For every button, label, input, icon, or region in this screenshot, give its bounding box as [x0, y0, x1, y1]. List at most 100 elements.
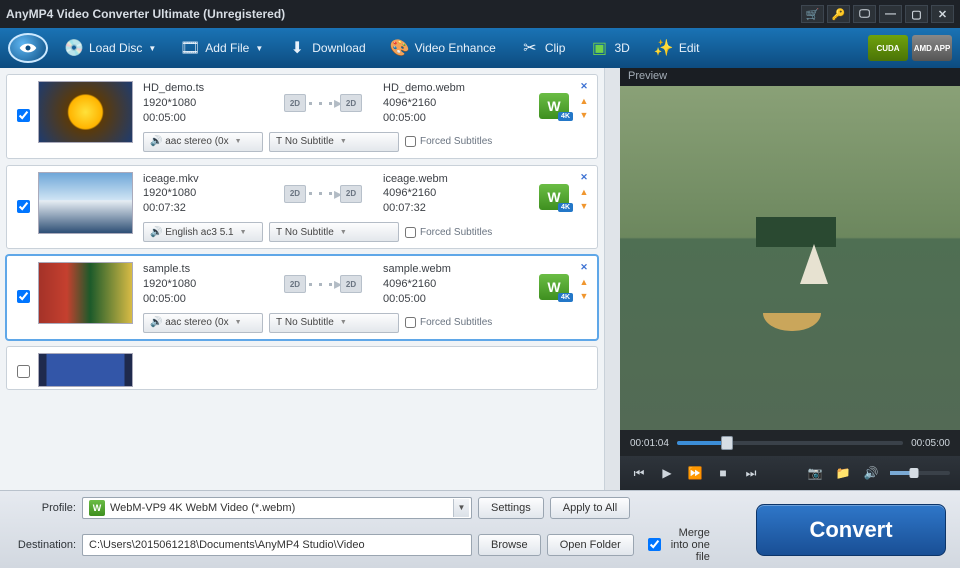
move-up-icon[interactable]: ▲ [580, 277, 589, 287]
format-badge[interactable]: W [535, 81, 573, 131]
close-button[interactable]: ✕ [931, 5, 954, 23]
preview-viewport[interactable] [620, 86, 960, 430]
remove-item-icon[interactable]: ✕ [580, 262, 588, 273]
item-checkbox[interactable] [17, 109, 30, 122]
thumbnail[interactable] [38, 262, 133, 324]
time-current: 00:01:04 [630, 438, 669, 449]
minimize-button[interactable]: — [879, 5, 902, 23]
chevron-down-icon: ▼ [235, 138, 242, 145]
conversion-arrow: 2D ▸ 2D [263, 93, 383, 113]
volume-icon[interactable]: 🔊 [862, 464, 880, 482]
edit-button[interactable]: ✨Edit [644, 34, 710, 62]
subtitle-select[interactable]: T No Subtitle▼ [269, 132, 399, 152]
conversion-arrow: 2D ▸ 2D [263, 274, 383, 294]
speaker-icon: 🔊 [150, 227, 162, 238]
source-res: 1920*1080 [143, 186, 263, 201]
fast-forward-button[interactable]: ⏩ [686, 464, 704, 482]
merge-checkbox[interactable]: Merge into one file [648, 527, 710, 563]
play-button[interactable]: ▶ [658, 464, 676, 482]
destination-input[interactable] [82, 534, 472, 556]
toolbar: 💿Load Disc▼ 🎞Add File▼ ⬇Download 🎨Video … [0, 28, 960, 68]
remove-item-icon[interactable]: ✕ [580, 172, 588, 183]
move-down-icon[interactable]: ▼ [580, 110, 589, 120]
seek-bar[interactable] [677, 441, 903, 445]
prev-button[interactable]: ⏮ [630, 464, 648, 482]
chevron-down-icon: ▼ [240, 229, 247, 236]
list-item[interactable]: iceage.mkv 1920*1080 00:07:32 2D ▸ 2D ic… [6, 165, 598, 250]
screen-icon[interactable]: 🖵 [853, 5, 876, 23]
chevron-down-icon: ▼ [340, 319, 347, 326]
audio-track-select[interactable]: 🔊 English ac3 5.1▼ [143, 222, 263, 242]
source-dur: 00:05:00 [143, 111, 263, 126]
key-icon[interactable]: 🔑 [827, 5, 850, 23]
chevron-down-icon: ▼ [340, 229, 347, 236]
forced-subtitles-checkbox[interactable]: Forced Subtitles [405, 317, 492, 328]
destination-label: Destination: [14, 539, 76, 551]
move-up-icon[interactable]: ▲ [580, 187, 589, 197]
forced-subtitles-checkbox[interactable]: Forced Subtitles [405, 136, 492, 147]
source-name: HD_demo.ts [143, 81, 263, 96]
remove-item-icon[interactable]: ✕ [580, 81, 588, 92]
subtitle-select[interactable]: T No Subtitle▼ [269, 222, 399, 242]
forced-subtitles-checkbox[interactable]: Forced Subtitles [405, 227, 492, 238]
snapshot-button[interactable]: 📷 [806, 464, 824, 482]
app-window: AnyMP4 Video Converter Ultimate (Unregis… [0, 0, 960, 568]
disc-icon: 💿 [64, 38, 84, 58]
move-down-icon[interactable]: ▼ [580, 201, 589, 211]
source-dur: 00:07:32 [143, 201, 263, 216]
dest-dur: 00:05:00 [383, 111, 503, 126]
item-checkbox[interactable] [17, 365, 30, 378]
video-enhance-button[interactable]: 🎨Video Enhance [380, 34, 506, 62]
volume-slider[interactable] [890, 471, 950, 475]
three-d-button[interactable]: ▣3D [579, 34, 639, 62]
download-button[interactable]: ⬇Download [277, 34, 375, 62]
source-res: 1920*1080 [143, 277, 263, 292]
convert-button[interactable]: Convert [756, 504, 946, 556]
subtitle-select[interactable]: T No Subtitle▼ [269, 313, 399, 333]
chevron-down-icon: ▼ [255, 44, 263, 53]
item-checkbox[interactable] [17, 200, 30, 213]
dest-name: HD_demo.webm [383, 81, 503, 96]
cart-icon[interactable]: 🛒 [801, 5, 824, 23]
format-badge[interactable]: W [535, 172, 573, 222]
audio-track-select[interactable]: 🔊 aac stereo (0x▼ [143, 132, 263, 152]
source-dur: 00:05:00 [143, 292, 263, 307]
list-item[interactable]: HD_demo.ts 1920*1080 00:05:00 2D ▸ 2D HD… [6, 74, 598, 159]
playback-controls: ⏮ ▶ ⏩ ■ ⏭ 📷 📁 🔊 [620, 456, 960, 490]
next-button[interactable]: ⏭ [742, 464, 760, 482]
chevron-down-icon: ▼ [148, 44, 156, 53]
audio-track-select[interactable]: 🔊 aac stereo (0x▼ [143, 313, 263, 333]
add-file-button[interactable]: 🎞Add File▼ [170, 34, 273, 62]
scrollbar[interactable] [604, 68, 620, 490]
cube-icon: ▣ [589, 38, 609, 58]
open-folder-button[interactable]: 📁 [834, 464, 852, 482]
clip-button[interactable]: ✂Clip [510, 34, 576, 62]
apply-to-all-button[interactable]: Apply to All [550, 497, 630, 519]
thumbnail[interactable] [38, 353, 133, 387]
seek-bar-row: 00:01:04 00:05:00 [620, 430, 960, 456]
dest-dur: 00:07:32 [383, 201, 503, 216]
text-icon: T [276, 317, 282, 328]
format-badge[interactable]: W [535, 262, 573, 312]
list-item[interactable] [6, 346, 598, 390]
item-checkbox[interactable] [17, 290, 30, 303]
stop-button[interactable]: ■ [714, 464, 732, 482]
speaker-icon: 🔊 [150, 317, 162, 328]
thumbnail[interactable] [38, 81, 133, 143]
settings-button[interactable]: Settings [478, 497, 544, 519]
maximize-button[interactable]: ▢ [905, 5, 928, 23]
profile-select[interactable]: W WebM-VP9 4K WebM Video (*.webm) ▼ [82, 497, 472, 519]
list-item[interactable]: sample.ts 1920*1080 00:05:00 2D ▸ 2D sam… [6, 255, 598, 340]
dest-res: 4096*2160 [383, 186, 503, 201]
chevron-down-icon: ▼ [340, 138, 347, 145]
conversion-arrow: 2D ▸ 2D [263, 184, 383, 204]
move-down-icon[interactable]: ▼ [580, 291, 589, 301]
text-icon: T [276, 227, 282, 238]
move-up-icon[interactable]: ▲ [580, 96, 589, 106]
thumbnail[interactable] [38, 172, 133, 234]
titlebar: AnyMP4 Video Converter Ultimate (Unregis… [0, 0, 960, 28]
load-disc-button[interactable]: 💿Load Disc▼ [54, 34, 166, 62]
text-icon: T [276, 136, 282, 147]
browse-button[interactable]: Browse [478, 534, 541, 556]
open-folder-button[interactable]: Open Folder [547, 534, 634, 556]
